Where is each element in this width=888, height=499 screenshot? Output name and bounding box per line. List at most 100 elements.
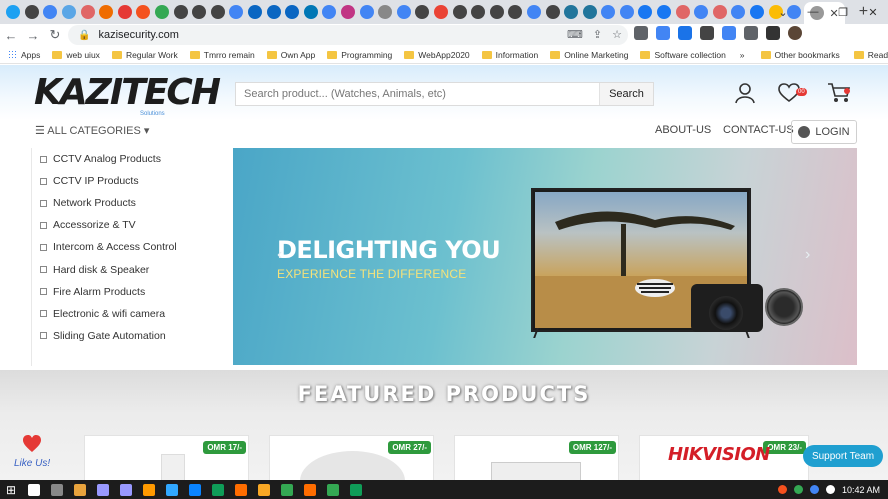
taskbar-app-icon[interactable]	[119, 483, 132, 496]
tab-favicon-icon[interactable]	[378, 5, 393, 19]
tray-icon[interactable]	[793, 485, 803, 494]
tab-favicon-icon[interactable]	[43, 5, 58, 19]
bookmark-item[interactable]: Tmrro remain	[189, 50, 255, 60]
extension-icon[interactable]	[634, 26, 648, 40]
category-item[interactable]: Network Products	[32, 192, 225, 214]
login-button[interactable]: LOGIN	[791, 120, 857, 144]
carousel-next-icon[interactable]: ›	[805, 246, 810, 264]
taskbar-app-icon[interactable]	[234, 483, 247, 496]
other-bookmarks[interactable]: Other bookmarks	[760, 50, 840, 60]
translate-icon[interactable]: ⌨	[567, 28, 583, 41]
category-item[interactable]: Accessorize & TV	[32, 214, 225, 236]
taskbar-app-icon[interactable]	[188, 483, 201, 496]
category-item[interactable]: Hard disk & Speaker	[32, 258, 225, 280]
reload-icon[interactable]: ↻	[44, 27, 66, 43]
taskbar-app-icon[interactable]	[27, 483, 40, 496]
tab-favicon-icon[interactable]	[582, 5, 597, 19]
hero-banner[interactable]: DELIGHTING YOU EXPERIENCE THE DIFFERENCE…	[233, 148, 857, 365]
extension-icon[interactable]	[678, 26, 692, 40]
kazitech-logo[interactable]: KAZITECH Solutions	[34, 73, 221, 118]
tab-favicon-icon[interactable]	[396, 5, 411, 19]
tab-favicon-icon[interactable]	[303, 5, 318, 19]
taskbar-app-icon[interactable]	[349, 483, 362, 496]
tab-favicon-icon[interactable]	[285, 5, 300, 19]
profile-avatar[interactable]	[788, 26, 802, 40]
tab-favicon-icon[interactable]	[99, 5, 114, 19]
extension-icon[interactable]	[766, 26, 780, 40]
tab-favicon-icon[interactable]	[136, 5, 151, 19]
clock[interactable]: 10:42 AM	[842, 485, 880, 495]
tab-favicon-icon[interactable]	[266, 5, 281, 19]
bookmarks-overflow-icon[interactable]: »	[740, 50, 745, 60]
tab-favicon-icon[interactable]	[471, 5, 486, 19]
category-item[interactable]: Electronic & wifi camera	[32, 303, 225, 325]
product-card[interactable]: OMR 127/-	[454, 435, 619, 480]
tab-favicon-icon[interactable]	[675, 5, 690, 19]
category-item[interactable]: Intercom & Access Control	[32, 236, 225, 258]
tab-favicon-icon[interactable]	[415, 5, 430, 19]
extension-icon[interactable]	[656, 26, 670, 40]
support-team-button[interactable]: Support Team	[803, 445, 883, 467]
product-card[interactable]: OMR 17/-	[84, 435, 249, 480]
extension-icon[interactable]	[744, 26, 758, 40]
taskbar-app-icon[interactable]	[73, 483, 86, 496]
tab-favicon-icon[interactable]	[155, 5, 170, 19]
taskbar-app-icon[interactable]	[303, 483, 316, 496]
tab-favicon-icon[interactable]	[619, 5, 634, 19]
lock-icon[interactable]: 🔒	[78, 30, 90, 41]
tab-favicon-icon[interactable]	[545, 5, 560, 19]
tab-favicon-icon[interactable]	[117, 5, 132, 19]
taskbar-app-icon[interactable]	[211, 483, 224, 496]
tab-favicon-icon[interactable]	[80, 5, 95, 19]
taskbar-app-icon[interactable]	[165, 483, 178, 496]
product-card[interactable]: OMR 23/- HIKVISION	[639, 435, 809, 480]
tab-search-icon[interactable]: ⌄	[768, 6, 798, 19]
bookmark-item[interactable]: web uiux	[52, 50, 100, 60]
bookmark-item[interactable]: Own App	[266, 50, 315, 60]
extension-icon[interactable]	[722, 26, 736, 40]
bookmark-item[interactable]: Programming	[327, 50, 392, 60]
tab-favicon-icon[interactable]	[340, 5, 355, 19]
start-icon[interactable]: ⊞	[0, 483, 22, 497]
tab-favicon-icon[interactable]	[657, 5, 672, 19]
tab-favicon-icon[interactable]	[694, 5, 709, 19]
category-item[interactable]: Fire Alarm Products	[32, 281, 225, 303]
bookmark-item[interactable]: Online Marketing	[550, 50, 628, 60]
extension-icon[interactable]	[700, 26, 714, 40]
tab-favicon-icon[interactable]	[248, 5, 263, 19]
restore-icon[interactable]: ❐	[828, 6, 858, 19]
tab-favicon-icon[interactable]	[508, 5, 523, 19]
product-card[interactable]: OMR 27/-	[269, 435, 434, 480]
tab-favicon-icon[interactable]	[6, 5, 21, 19]
all-categories-dropdown[interactable]: ☰ ALL CATEGORIES ▾	[35, 124, 149, 137]
tab-favicon-icon[interactable]	[433, 5, 448, 19]
tab-favicon-icon[interactable]	[24, 5, 39, 19]
bookmark-item[interactable]: Software collection	[640, 50, 726, 60]
bookmark-item[interactable]: WebApp2020	[404, 50, 470, 60]
close-window-icon[interactable]: ✕	[858, 6, 888, 19]
share-icon[interactable]: ⇪	[593, 28, 602, 41]
tray-icon[interactable]	[825, 485, 835, 494]
reading-list[interactable]: Reading list	[853, 50, 888, 60]
tab-favicon-icon[interactable]	[192, 5, 207, 19]
taskbar-app-icon[interactable]	[142, 483, 155, 496]
tray-icon[interactable]	[809, 485, 819, 494]
bookmark-star-icon[interactable]: ☆	[612, 28, 622, 41]
tab-favicon-icon[interactable]	[173, 5, 188, 19]
search-button[interactable]: Search	[599, 83, 653, 105]
search-input[interactable]	[236, 83, 599, 105]
tab-favicon-icon[interactable]	[210, 5, 225, 19]
category-item[interactable]: CCTV IP Products	[32, 170, 225, 192]
tab-favicon-icon[interactable]	[601, 5, 616, 19]
account-icon[interactable]	[734, 82, 756, 104]
like-us-widget[interactable]: Like Us!	[10, 430, 60, 474]
category-item[interactable]: Sliding Gate Automation	[32, 325, 225, 347]
forward-icon[interactable]: →	[22, 28, 44, 43]
bookmark-item[interactable]: Regular Work	[111, 50, 178, 60]
taskbar-app-icon[interactable]	[326, 483, 339, 496]
carousel-prev-icon[interactable]: ‹	[277, 246, 282, 264]
tab-favicon-icon[interactable]	[750, 5, 765, 19]
category-item[interactable]: CCTV Analog Products	[32, 148, 225, 170]
nav-contact-us[interactable]: CONTACT-US	[723, 124, 794, 136]
minimize-icon[interactable]: —	[798, 6, 828, 18]
